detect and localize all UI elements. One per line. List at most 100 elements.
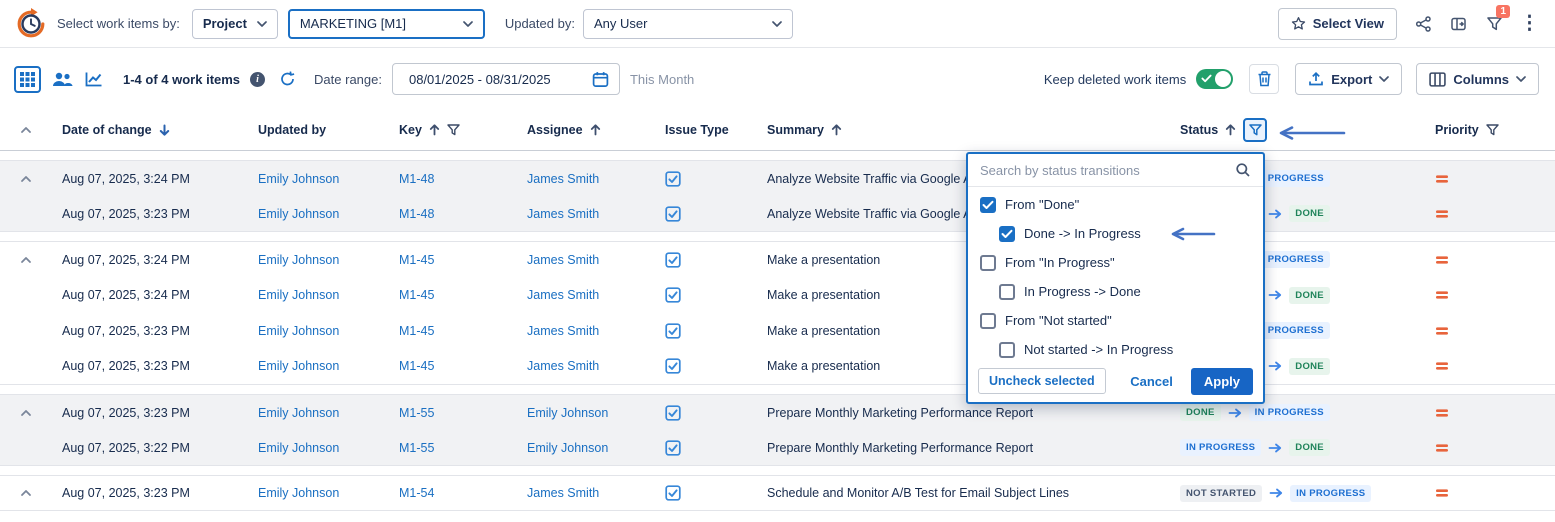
- assignee-link[interactable]: James Smith: [527, 207, 599, 221]
- status-badge: DONE: [1180, 404, 1221, 421]
- scope-type-select[interactable]: Project: [192, 9, 278, 39]
- column-header-key[interactable]: Key: [399, 123, 527, 137]
- checkbox[interactable]: [999, 284, 1015, 300]
- column-header-assignee[interactable]: Assignee: [527, 123, 665, 137]
- sort-desc-icon[interactable]: [159, 124, 170, 136]
- scope-type-value: Project: [203, 16, 247, 31]
- updated-by-link[interactable]: Emily Johnson: [258, 406, 339, 420]
- assignee-link[interactable]: Emily Johnson: [527, 441, 608, 455]
- updated-by-value: Any User: [594, 16, 647, 31]
- assignee-link[interactable]: James Smith: [527, 172, 599, 186]
- assignee-link[interactable]: James Smith: [527, 288, 599, 302]
- assignee-link[interactable]: James Smith: [527, 359, 599, 373]
- export-label: Export: [1331, 72, 1372, 87]
- checkbox[interactable]: [999, 226, 1015, 242]
- status-filter-popup: From "Done" Done -> In Progress From "In P…: [966, 152, 1265, 404]
- sort-asc-icon[interactable]: [831, 124, 842, 136]
- updated-by-link[interactable]: Emily Johnson: [258, 172, 339, 186]
- updated-by-link[interactable]: Emily Johnson: [258, 288, 339, 302]
- calendar-icon[interactable]: [592, 71, 609, 88]
- refresh-icon[interactable]: [279, 71, 296, 87]
- toolbar: 1-4 of 4 work items i Date range: 08/01/…: [0, 48, 1555, 110]
- checkbox[interactable]: [999, 342, 1015, 358]
- status-option-label: From "Done": [1005, 197, 1079, 212]
- assignee-link[interactable]: Emily Johnson: [527, 406, 608, 420]
- select-view-label: Select View: [1313, 16, 1384, 31]
- issue-key-link[interactable]: M1-45: [399, 253, 434, 267]
- work-item-group: Aug 07, 2025, 3:24 PMEmily JohnsonM1-45J…: [0, 241, 1555, 385]
- issue-key-link[interactable]: M1-45: [399, 324, 434, 338]
- column-header-issue-type[interactable]: Issue Type: [665, 123, 767, 137]
- table-view-icon[interactable]: [14, 66, 41, 93]
- annotation-arrow-transition: [1164, 226, 1218, 242]
- column-header-date[interactable]: Date of change: [62, 123, 258, 137]
- sort-asc-icon[interactable]: [1225, 124, 1236, 136]
- status-filter-icon-active[interactable]: [1243, 118, 1267, 142]
- status-option-label: Done -> In Progress: [1024, 226, 1141, 241]
- issue-key-link[interactable]: M1-45: [399, 359, 434, 373]
- sort-asc-icon[interactable]: [590, 124, 601, 136]
- info-icon[interactable]: i: [250, 72, 265, 87]
- collapse-group-icon[interactable]: [20, 489, 32, 497]
- filter-icon[interactable]: [1486, 124, 1499, 136]
- status-filter-option: Done -> In Progress: [968, 219, 1263, 248]
- project-select[interactable]: MARKETING [M1]: [288, 9, 485, 39]
- issue-key-link[interactable]: M1-55: [399, 406, 434, 420]
- export-button[interactable]: Export: [1295, 63, 1402, 95]
- collapse-group-icon[interactable]: [20, 256, 32, 264]
- users-view-icon[interactable]: [51, 71, 73, 87]
- collapse-group-icon[interactable]: [20, 175, 32, 183]
- updated-by-link[interactable]: Emily Johnson: [258, 359, 339, 373]
- assignee-link[interactable]: James Smith: [527, 486, 599, 500]
- open-panel-icon[interactable]: [1450, 16, 1467, 32]
- issue-key-link[interactable]: M1-54: [399, 486, 434, 500]
- status-search[interactable]: [968, 154, 1263, 187]
- updated-by-link[interactable]: Emily Johnson: [258, 253, 339, 267]
- apply-button[interactable]: Apply: [1191, 368, 1253, 395]
- global-filter-icon[interactable]: 1: [1487, 17, 1502, 31]
- column-header-summary[interactable]: Summary: [767, 123, 1180, 137]
- status-transition-arrow-icon: [1268, 290, 1282, 300]
- share-icon[interactable]: [1415, 16, 1432, 32]
- filter-icon[interactable]: [447, 124, 460, 136]
- issue-key-link[interactable]: M1-48: [399, 172, 434, 186]
- updated-by-label: Updated by:: [505, 16, 575, 31]
- checkbox[interactable]: [980, 255, 996, 271]
- change-date: Aug 07, 2025, 3:22 PM: [62, 441, 190, 455]
- columns-button[interactable]: Columns: [1416, 63, 1539, 95]
- updated-by-link[interactable]: Emily Johnson: [258, 486, 339, 500]
- checkbox[interactable]: [980, 197, 996, 213]
- issue-key-link[interactable]: M1-55: [399, 441, 434, 455]
- filter-count-badge: 1: [1496, 5, 1510, 18]
- trash-icon[interactable]: [1249, 64, 1279, 94]
- updated-by-link[interactable]: Emily Johnson: [258, 324, 339, 338]
- more-options-icon[interactable]: ⋮: [1520, 14, 1539, 33]
- checkbox[interactable]: [980, 313, 996, 329]
- date-range-input[interactable]: 08/01/2025 - 08/31/2025: [392, 63, 620, 95]
- updated-by-select[interactable]: Any User: [583, 9, 793, 39]
- collapse-all-icon[interactable]: [20, 126, 32, 134]
- task-type-icon: [665, 206, 681, 222]
- issue-key-link[interactable]: M1-48: [399, 207, 434, 221]
- column-header-priority[interactable]: Priority: [1435, 123, 1555, 137]
- table-row: Aug 07, 2025, 3:24 PMEmily JohnsonM1-45J…: [0, 278, 1555, 314]
- sort-asc-icon[interactable]: [429, 124, 440, 136]
- issue-key-link[interactable]: M1-45: [399, 288, 434, 302]
- status-filter-option: From "In Progress": [968, 248, 1263, 277]
- uncheck-selected-button[interactable]: Uncheck selected: [978, 368, 1106, 394]
- updated-by-link[interactable]: Emily Johnson: [258, 441, 339, 455]
- assignee-link[interactable]: James Smith: [527, 324, 599, 338]
- cancel-button[interactable]: Cancel: [1130, 374, 1173, 389]
- status-badge: IN PROGRESS: [1180, 439, 1261, 456]
- updated-by-link[interactable]: Emily Johnson: [258, 207, 339, 221]
- column-header-updated-by[interactable]: Updated by: [258, 123, 399, 137]
- keep-deleted-toggle[interactable]: [1196, 69, 1233, 89]
- status-search-input[interactable]: [980, 163, 1227, 178]
- collapse-group-icon[interactable]: [20, 409, 32, 417]
- chart-view-icon[interactable]: [85, 71, 103, 87]
- summary-text: Schedule and Monitor A/B Test for Email …: [767, 486, 1069, 500]
- status-option-label: In Progress -> Done: [1024, 284, 1141, 299]
- status-badge: IN PROGRESS: [1290, 485, 1371, 502]
- assignee-link[interactable]: James Smith: [527, 253, 599, 267]
- select-view-button[interactable]: Select View: [1278, 8, 1397, 40]
